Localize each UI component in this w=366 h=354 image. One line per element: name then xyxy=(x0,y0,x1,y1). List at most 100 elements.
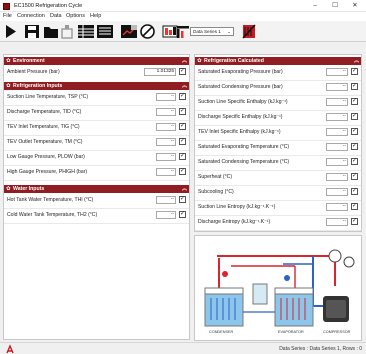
row-checkbox[interactable]: ✓ xyxy=(351,98,358,105)
row-value[interactable]: -- xyxy=(156,211,176,219)
section-title: Refrigeration Calculated xyxy=(204,58,264,64)
row-value[interactable]: -- xyxy=(326,203,348,211)
section-refrigeration-calculated-header[interactable]: ✿ Refrigeration Calculated ︽ xyxy=(195,57,361,65)
section-title: Environment xyxy=(13,58,45,64)
title-bar: EC1500 Refrigeration Cycle – ☐ ✕ xyxy=(0,0,366,12)
section-water-inputs-header[interactable]: ✿ Water Inputs ︽ xyxy=(4,185,189,193)
minimize-button[interactable]: – xyxy=(306,1,324,11)
section-refrigeration-inputs-header[interactable]: ✿ Refrigeration Inputs ︽ xyxy=(4,82,189,90)
menu-connection[interactable]: Connection xyxy=(17,13,45,19)
row-value[interactable]: -- xyxy=(326,128,348,136)
row-value[interactable]: -- xyxy=(156,168,176,176)
right-panel: ✿ Refrigeration Calculated ︽ Saturated E… xyxy=(194,54,362,232)
row-checkbox[interactable]: ✓ xyxy=(179,153,186,160)
row-value[interactable]: -- xyxy=(326,113,348,121)
row-checkbox[interactable]: ✓ xyxy=(179,168,186,175)
row-checkbox[interactable]: ✓ xyxy=(179,211,186,218)
toolbar: Data Series 1 ⌄ xyxy=(0,21,366,42)
table-view-icon[interactable] xyxy=(77,23,95,40)
export-icon[interactable] xyxy=(60,23,74,40)
row-checkbox[interactable]: ✓ xyxy=(351,113,358,120)
check-icon: ✓ xyxy=(352,83,358,89)
row-checkbox[interactable]: ✓ xyxy=(351,188,358,195)
row-checkbox[interactable]: ✓ xyxy=(351,158,358,165)
menu-help[interactable]: Help xyxy=(90,13,101,19)
row-divider xyxy=(195,230,361,231)
row-checkbox[interactable]: ✓ xyxy=(351,203,358,210)
check-icon: ✓ xyxy=(180,123,186,129)
row-label: Saturated Evaporating Temperature (°C) xyxy=(198,144,290,150)
row-checkbox[interactable]: ✓ xyxy=(351,83,358,90)
row-checkbox[interactable]: ✓ xyxy=(351,143,358,150)
condenser-label: CONDENSER xyxy=(209,330,234,334)
collapse-icon[interactable]: ︽ xyxy=(182,82,187,90)
menu-options[interactable]: Options xyxy=(66,13,85,19)
delete-series-icon[interactable] xyxy=(242,23,256,40)
check-icon: ✓ xyxy=(180,168,186,174)
row-checkbox[interactable]: ✓ xyxy=(351,128,358,135)
series-select-value: Data Series 1 xyxy=(193,29,221,34)
row-checkbox[interactable]: ✓ xyxy=(179,68,186,75)
close-button[interactable]: ✕ xyxy=(346,1,364,11)
collapse-icon[interactable]: ︽ xyxy=(182,57,187,65)
collapse-icon[interactable]: ︽ xyxy=(182,185,187,193)
row-checkbox[interactable]: ✓ xyxy=(179,123,186,130)
refrigeration-calculated-row: TEV Inlet Specific Enthalpy (kJ.kg⁻¹) -- ✓ xyxy=(195,126,361,141)
play-icon[interactable] xyxy=(4,23,18,40)
row-value[interactable]: 1.01325 xyxy=(144,68,176,76)
chart-view-icon[interactable] xyxy=(120,23,138,40)
gear-icon: ✿ xyxy=(6,186,11,192)
row-label: TEV Outlet Temperature, TM (°C) xyxy=(7,139,83,145)
row-checkbox[interactable]: ✓ xyxy=(179,138,186,145)
row-value[interactable]: -- xyxy=(156,138,176,146)
row-checkbox[interactable]: ✓ xyxy=(351,173,358,180)
row-label: Low Gauge Pressure, PLOW (bar) xyxy=(7,154,85,160)
row-value[interactable]: -- xyxy=(326,83,348,91)
row-checkbox[interactable]: ✓ xyxy=(179,93,186,100)
row-value[interactable]: -- xyxy=(156,108,176,116)
list-view-icon[interactable] xyxy=(96,23,114,40)
series-icon[interactable] xyxy=(176,23,190,40)
section-environment-header[interactable]: ✿ Environment ︽ xyxy=(4,57,189,65)
gauge-icon[interactable] xyxy=(139,23,156,40)
gear-icon: ✿ xyxy=(197,58,202,64)
refrigeration-calculated-row: Suction Line Specific Enthalpy (kJ.kg⁻¹)… xyxy=(195,96,361,111)
row-value[interactable]: -- xyxy=(326,158,348,166)
row-value[interactable]: -- xyxy=(156,196,176,204)
row-value[interactable]: -- xyxy=(156,123,176,131)
row-divider xyxy=(4,223,189,224)
menu-file[interactable]: File xyxy=(3,13,12,19)
row-checkbox[interactable]: ✓ xyxy=(351,68,358,75)
check-icon: ✓ xyxy=(352,128,358,134)
water-input-row: Cold Water Tank Temperature, TH2 (°C) -- ✓ xyxy=(4,209,189,224)
row-value[interactable]: -- xyxy=(326,98,348,106)
row-value[interactable]: -- xyxy=(156,153,176,161)
menu-data[interactable]: Data xyxy=(50,13,62,19)
refrigeration-diagram: CONDENSER EVAPORATOR COMPRESSOR xyxy=(194,235,362,341)
check-icon: ✓ xyxy=(180,153,186,159)
row-label: Suction Line Temperature, TSP (°C) xyxy=(7,94,89,100)
row-value[interactable]: -- xyxy=(326,188,348,196)
open-folder-icon[interactable] xyxy=(43,23,59,40)
check-icon: ✓ xyxy=(352,113,358,119)
collapse-icon[interactable]: ︽ xyxy=(354,57,359,65)
row-value[interactable]: -- xyxy=(156,93,176,101)
refrigeration-calculated-row: Discharge Entropy (kJ.kg⁻¹.K⁻¹) -- ✓ xyxy=(195,216,361,231)
row-value[interactable]: -- xyxy=(326,68,348,76)
row-value[interactable]: -- xyxy=(326,173,348,181)
row-checkbox[interactable]: ✓ xyxy=(179,196,186,203)
row-label: TEV Inlet Temperature, TIG (°C) xyxy=(7,124,80,130)
row-checkbox[interactable]: ✓ xyxy=(179,108,186,115)
refrigeration-calculated-row: Discharge Specific Enthalpy (kJ.kg⁻¹) -- ✓ xyxy=(195,111,361,126)
row-value[interactable]: -- xyxy=(326,143,348,151)
refrigeration-input-row: High Gauge Pressure, PHIGH (bar) -- ✓ xyxy=(4,166,189,181)
refrigeration-input-row: TEV Inlet Temperature, TIG (°C) -- ✓ xyxy=(4,121,189,136)
row-value[interactable]: -- xyxy=(326,218,348,226)
save-icon[interactable] xyxy=(24,23,40,40)
series-select[interactable]: Data Series 1 ⌄ xyxy=(190,27,234,36)
maximize-button[interactable]: ☐ xyxy=(326,1,344,11)
compressor-label: COMPRESSOR xyxy=(323,330,351,334)
row-checkbox[interactable]: ✓ xyxy=(351,218,358,225)
refrigeration-input-row: Low Gauge Pressure, PLOW (bar) -- ✓ xyxy=(4,151,189,166)
check-icon: ✓ xyxy=(352,143,358,149)
